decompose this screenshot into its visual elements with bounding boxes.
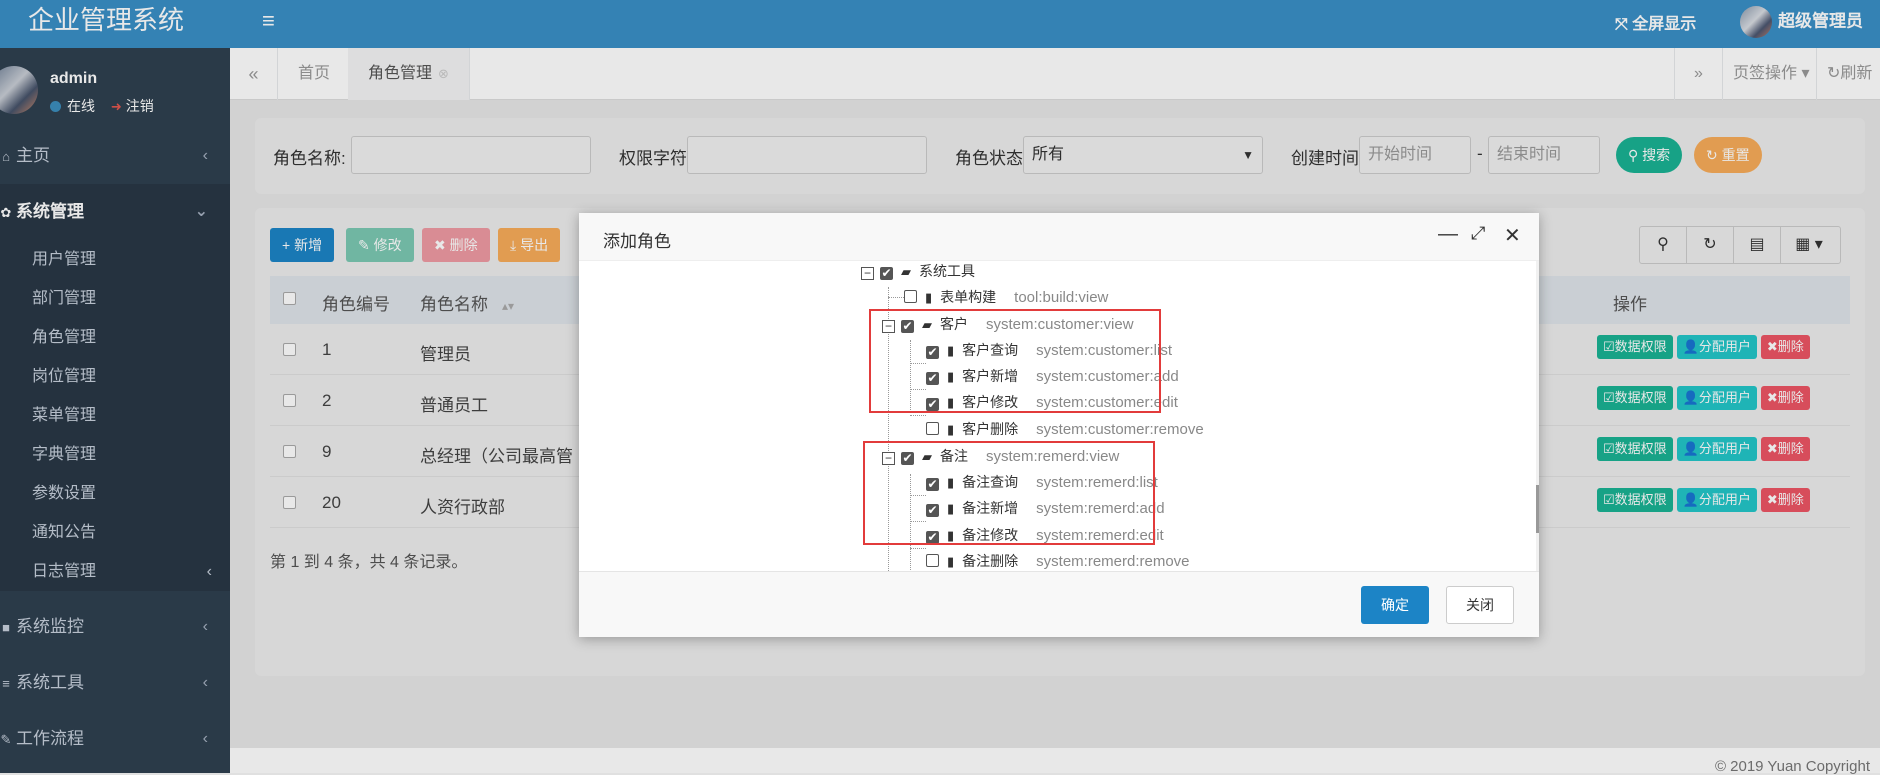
highlight-box — [869, 309, 1161, 413]
tree-guide-line — [888, 297, 904, 298]
close-icon[interactable]: ✕ — [1504, 223, 1521, 248]
dialog-title: 添加角色 — [603, 232, 671, 251]
collapse-icon[interactable]: − — [861, 267, 874, 280]
tree-checkbox[interactable]: ✔ — [880, 267, 893, 280]
tree-node-label: 客户删除 — [962, 421, 1019, 437]
tree-node-label: 备注删除 — [962, 553, 1019, 569]
close-button[interactable]: 关闭 — [1446, 586, 1514, 624]
tree-node-label: 系统工具 — [919, 263, 975, 279]
maximize-icon[interactable]: ⤢ — [1471, 223, 1485, 244]
tree-checkbox[interactable] — [926, 554, 939, 567]
tree-node[interactable]: − ✔ ▰ 系统工具 — [861, 261, 975, 284]
tree-guide-line — [910, 415, 926, 416]
tree-node[interactable]: ▮ 备注删除 system:remerd:remove — [926, 548, 1190, 571]
tree-node[interactable]: ▮ 客户删除 system:customer:remove — [926, 416, 1204, 442]
file-icon: ▮ — [925, 290, 933, 305]
minimize-icon[interactable]: — — [1438, 223, 1458, 246]
file-icon: ▮ — [947, 422, 955, 437]
tree-checkbox[interactable] — [926, 422, 939, 435]
dialog-header: 添加角色 — ⤢ ✕ — [579, 213, 1539, 261]
tree-node-perm: system:customer:remove — [1036, 421, 1204, 438]
folder-open-icon: ▰ — [901, 264, 911, 279]
tree-node-label: 表单构建 — [940, 289, 997, 305]
highlight-box — [863, 441, 1155, 545]
confirm-button[interactable]: 确定 — [1361, 586, 1429, 624]
add-role-dialog: 添加角色 — ⤢ ✕ − ✔ ▰ 系统工具 ▮ 表单构建 tool:build:view … — [579, 213, 1539, 637]
tree-guide-line — [910, 548, 926, 549]
tree-node-perm: tool:build:view — [1014, 289, 1109, 306]
dialog-footer: 确定 关闭 — [579, 571, 1539, 637]
file-icon: ▮ — [947, 554, 955, 569]
scrollbar-thumb[interactable] — [1536, 485, 1539, 533]
tree-node-perm: system:remerd:remove — [1036, 553, 1190, 570]
tree-node[interactable]: ▮ 表单构建 tool:build:view — [904, 284, 1108, 310]
tree-checkbox[interactable] — [904, 290, 917, 303]
tree-scrollbar[interactable] — [1536, 261, 1539, 571]
dialog-body: − ✔ ▰ 系统工具 ▮ 表单构建 tool:build:view − ✔ ▰ 客户 system… — [579, 261, 1539, 571]
